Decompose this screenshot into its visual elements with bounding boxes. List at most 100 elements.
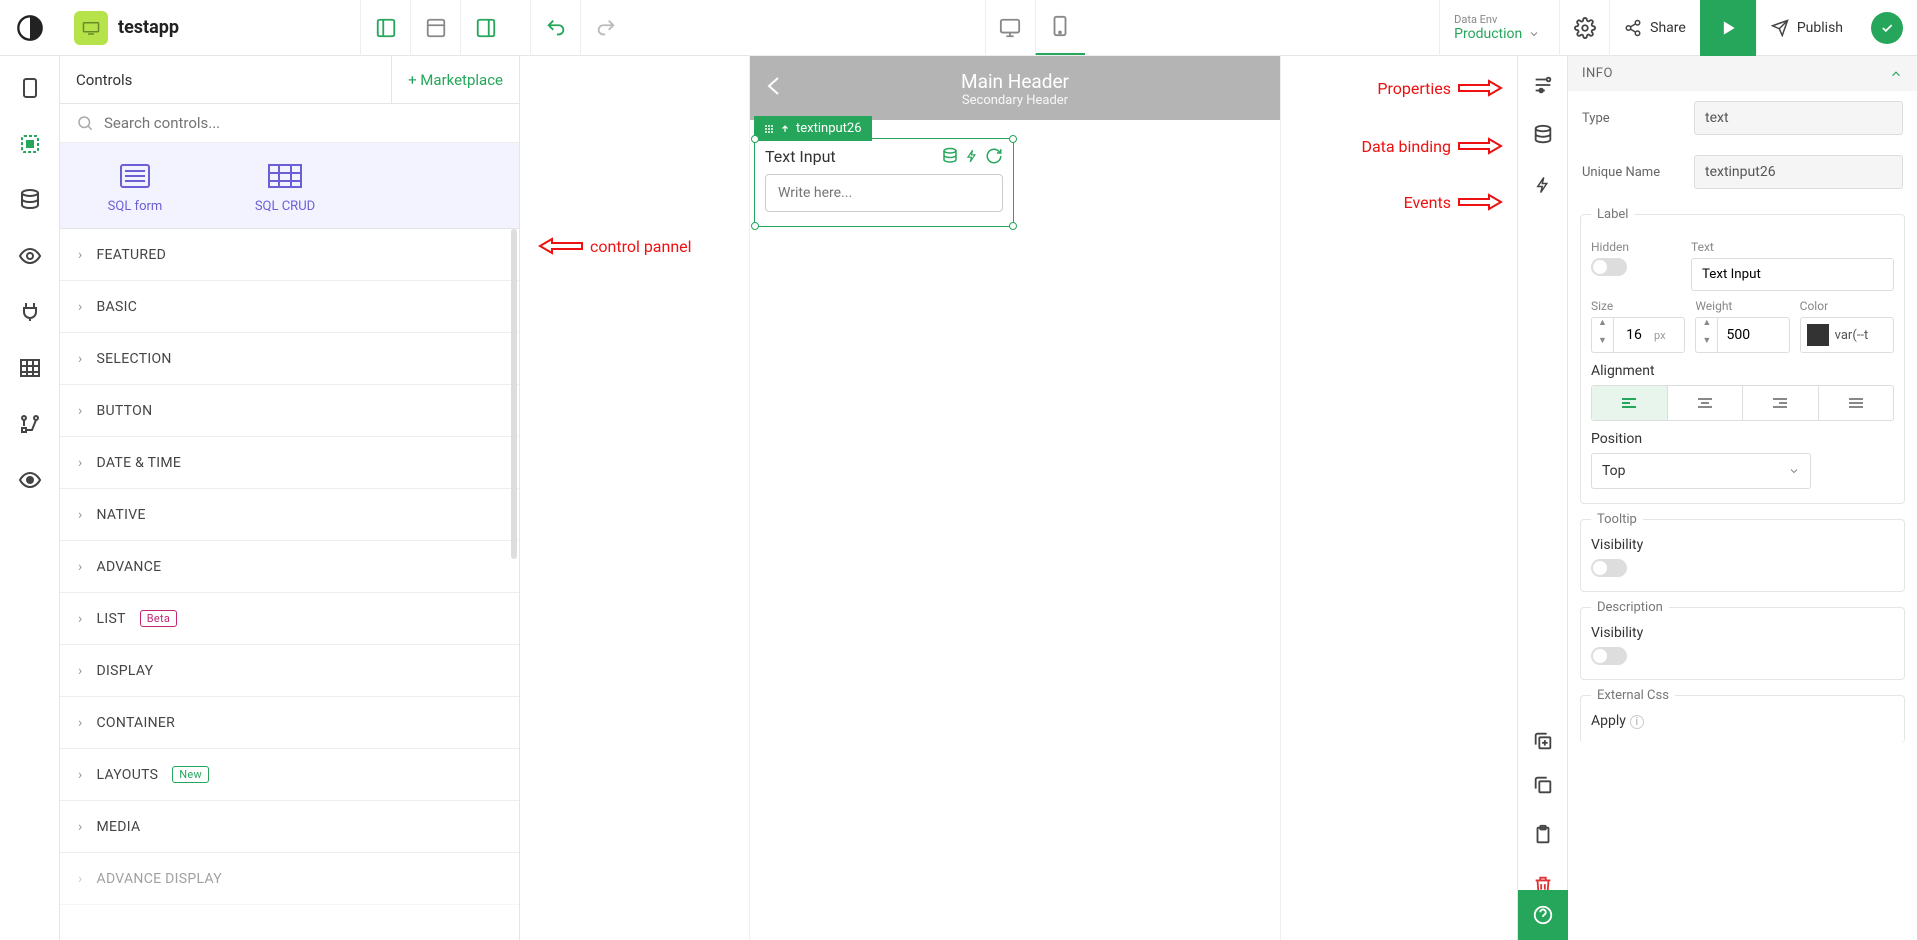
mobile-preview: Main Header Secondary Header textinput26… — [750, 56, 1280, 940]
type-input[interactable] — [1694, 101, 1903, 135]
search-icon — [76, 114, 94, 132]
drag-icon — [764, 124, 774, 134]
scrollbar[interactable] — [511, 229, 517, 559]
app-icon — [74, 11, 108, 45]
left-rail — [0, 56, 60, 940]
status-indicator[interactable] — [1871, 12, 1903, 44]
quick-sql-form[interactable]: SQL form — [60, 143, 210, 228]
data-env-selector[interactable]: Data Env Production — [1439, 0, 1559, 56]
stepper-down[interactable]: ▼ — [1592, 335, 1613, 353]
publish-icon — [1771, 19, 1789, 37]
align-right[interactable] — [1743, 386, 1819, 420]
arrow-left-icon — [538, 236, 584, 256]
cat-display[interactable]: ›DISPLAY — [60, 645, 519, 697]
cat-layouts[interactable]: ›LAYOUTSNew — [60, 749, 519, 801]
duplicate-button[interactable] — [1532, 730, 1554, 752]
cat-native[interactable]: ›NATIVE — [60, 489, 519, 541]
tab-properties[interactable] — [1532, 74, 1554, 96]
alignment-selector — [1591, 385, 1894, 421]
label-group: Label Hidden Text Size ▲▼ px — [1580, 207, 1905, 504]
widget-input[interactable] — [765, 174, 1003, 212]
description-group: Description Visibility — [1580, 600, 1905, 680]
label-text-input[interactable] — [1691, 258, 1894, 291]
align-left[interactable] — [1592, 386, 1668, 420]
publish-label: Publish — [1797, 20, 1843, 36]
cat-advance[interactable]: ›ADVANCE — [60, 541, 519, 593]
quick-sql-crud[interactable]: SQL CRUD — [210, 143, 360, 228]
preview-button[interactable] — [1700, 0, 1756, 56]
properties-panel: INFO Type Unique Name Label Hidden Text — [1567, 56, 1917, 940]
uname-input[interactable] — [1694, 155, 1903, 189]
layout-sidebar-button[interactable] — [360, 0, 410, 56]
cat-featured[interactable]: ›FEATURED — [60, 229, 519, 281]
stepper-up[interactable]: ▲ — [1696, 317, 1717, 335]
color-input[interactable]: var(--t — [1800, 317, 1894, 353]
copy-button[interactable] — [1532, 774, 1554, 796]
controls-panel: Controls + Marketplace SQL form SQL CRUD… — [60, 56, 520, 940]
rail-table[interactable] — [12, 350, 48, 386]
stepper-up[interactable]: ▲ — [1592, 317, 1613, 335]
rail-preview[interactable] — [12, 462, 48, 498]
weight-input[interactable]: ▲▼ — [1695, 317, 1789, 353]
help-button[interactable] — [1518, 890, 1568, 940]
canvas[interactable]: control pannel Main Header Secondary Hea… — [520, 56, 1517, 940]
undo-button[interactable] — [530, 0, 580, 56]
tab-databinding[interactable] — [1532, 124, 1554, 146]
cat-container[interactable]: ›CONTAINER — [60, 697, 519, 749]
layout-header-button[interactable] — [410, 0, 460, 56]
rail-pages[interactable] — [12, 70, 48, 106]
arrow-right-icon — [1457, 192, 1503, 212]
tab-events[interactable] — [1534, 174, 1552, 196]
rail-data[interactable] — [12, 182, 48, 218]
align-justify[interactable] — [1819, 386, 1894, 420]
publish-button[interactable]: Publish — [1756, 0, 1857, 56]
size-input[interactable]: ▲▼ px — [1591, 317, 1685, 353]
align-center[interactable] — [1668, 386, 1744, 420]
refresh-icon[interactable] — [985, 147, 1003, 165]
share-button[interactable]: Share — [1609, 0, 1700, 56]
cat-list[interactable]: ›LISTBeta — [60, 593, 519, 645]
right-rail — [1517, 56, 1567, 940]
arrow-right-icon — [1457, 136, 1503, 156]
controls-search-input[interactable] — [104, 114, 503, 132]
cat-selection[interactable]: ›SELECTION — [60, 333, 519, 385]
dataenv-value: Production — [1454, 26, 1522, 42]
quick-label: SQL CRUD — [220, 199, 350, 214]
section-info-header[interactable]: INFO — [1568, 56, 1917, 91]
hidden-toggle[interactable] — [1591, 258, 1627, 276]
annotation-properties: Properties — [1377, 78, 1503, 98]
paste-button[interactable] — [1532, 824, 1554, 846]
device-desktop-button[interactable] — [985, 0, 1035, 56]
brand-logo[interactable] — [0, 14, 60, 42]
controls-search[interactable] — [60, 104, 519, 143]
tooltip-visibility-toggle[interactable] — [1591, 559, 1627, 577]
chevron-up-icon — [1889, 67, 1903, 81]
rail-visibility[interactable] — [12, 238, 48, 274]
settings-button[interactable] — [1559, 0, 1609, 56]
database-icon[interactable] — [941, 147, 959, 165]
chevron-down-icon — [1528, 28, 1540, 40]
table-icon — [265, 161, 305, 191]
rail-controls[interactable] — [12, 126, 48, 162]
cat-advdisplay[interactable]: ›ADVANCE DISPLAY — [60, 853, 519, 905]
cat-basic[interactable]: ›BASIC — [60, 281, 519, 333]
cat-button[interactable]: ›BUTTON — [60, 385, 519, 437]
secondary-header-text: Secondary Header — [750, 93, 1280, 108]
cat-media[interactable]: ›MEDIA — [60, 801, 519, 853]
textinput-widget[interactable]: Text Input — [754, 138, 1014, 227]
redo-button[interactable] — [580, 0, 630, 56]
bolt-icon[interactable] — [965, 147, 979, 165]
externalcss-group: External Css Applyi — [1580, 688, 1905, 743]
rail-plugin[interactable] — [12, 294, 48, 330]
marketplace-link[interactable]: + Marketplace — [391, 56, 519, 103]
rail-workflow[interactable] — [12, 406, 48, 442]
device-mobile-button[interactable] — [1035, 0, 1085, 56]
cat-datetime[interactable]: ›DATE & TIME — [60, 437, 519, 489]
layout-panel-button[interactable] — [460, 0, 510, 56]
stepper-down[interactable]: ▼ — [1696, 335, 1717, 353]
info-icon[interactable]: i — [1630, 715, 1644, 729]
position-select[interactable]: Top — [1591, 453, 1811, 489]
app-switcher[interactable]: testapp — [60, 11, 260, 45]
description-visibility-toggle[interactable] — [1591, 647, 1627, 665]
category-list: ›FEATURED ›BASIC ›SELECTION ›BUTTON ›DAT… — [60, 229, 519, 940]
